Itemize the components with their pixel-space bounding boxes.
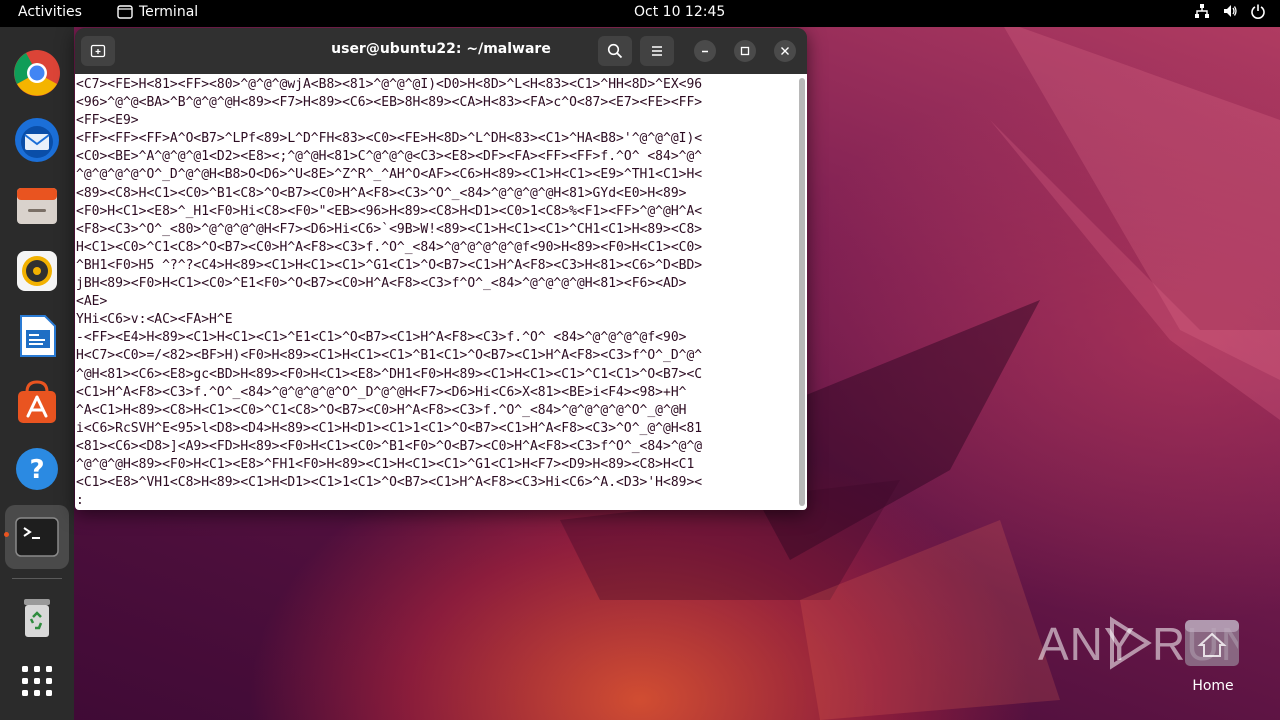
trash-icon — [24, 599, 50, 637]
desktop-home-icon[interactable] — [1183, 618, 1241, 668]
terminal-app-icon — [117, 5, 133, 19]
maximize-button[interactable] — [734, 40, 756, 62]
hamburger-menu-icon — [652, 46, 662, 56]
help-icon: ? — [16, 448, 58, 490]
close-icon — [781, 47, 789, 55]
home-folder-icon — [1185, 620, 1239, 666]
terminal-line: <FF><FF><FF>A^O<B7>^LPf<89>L^D^FH<83><C0… — [76, 131, 703, 147]
terminal-line: <81><C6><D8>]<A9><FD>H<89><F0>H<C1><C0>^… — [76, 438, 703, 454]
terminal-line: ^@^@^@H<89><F0>H<C1><E8>^FH1<F0>H<89><C1… — [76, 456, 695, 472]
dock-rhythmbox[interactable] — [13, 247, 61, 295]
terminal-line: <C1><E8>^VH1<C8>H<89><C1>H<D1><C1>1<C1>^… — [76, 475, 703, 491]
terminal-line: jBH<89><F0>H<C1><C0>^E1<F0>^O<B7><C0>H^A… — [76, 276, 687, 292]
app-grid-icon — [22, 666, 52, 696]
search-button[interactable] — [598, 36, 632, 66]
dock-help[interactable]: ? — [13, 445, 61, 493]
minimize-button[interactable] — [694, 40, 716, 62]
close-button[interactable] — [774, 40, 796, 62]
terminal-titlebar[interactable]: user@ubuntu22: ~/malware — [75, 28, 807, 74]
terminal-line: <C0><BE>^A^@^@^@1<D2><E8><;^@^@H<81>C^@^… — [76, 149, 703, 165]
terminal-line: ^BH1<F0>H5 ^?^?<C4>H<89><C1>H<C1><C1>^G1… — [76, 257, 703, 273]
terminal-line: H<C1><C0>^C1<C8>^O<B7><C0>H^A<F8><C3>f.^… — [76, 239, 703, 255]
terminal-line: <F8><C3>^O^_<80>^@^@^@^@H<F7><D6>Hi<C6>`… — [76, 221, 703, 237]
dock-show-apps[interactable] — [13, 657, 61, 705]
dock-terminal[interactable] — [13, 513, 61, 561]
desktop-home-label[interactable]: Home — [1172, 678, 1254, 694]
terminal-line: ^@H<81><C6><E8>gc<BD>H<89><F0>H<C1><E8>^… — [76, 366, 703, 382]
terminal-line: YHi<C6>v:<AC><FA>H^E — [76, 312, 233, 328]
dock-files[interactable] — [13, 182, 61, 230]
terminal-output[interactable]: <C7><FE>H<81><FF><80>^@^@^@wjA<B8><81>^@… — [75, 74, 807, 510]
terminal-line: <96>^@^@<BA>^B^@^@^@H<89><F7>H<89><C6><E… — [76, 95, 703, 111]
terminal-line: <FF><E9> — [76, 113, 139, 129]
files-icon — [17, 188, 57, 224]
terminal-window[interactable]: user@ubuntu22: ~/malware <C7><FE>H<81><F… — [75, 28, 807, 510]
terminal-line: : — [76, 493, 84, 509]
system-tray[interactable] — [1194, 3, 1266, 19]
top-bar: Activities Terminal Oct 10 12:45 — [0, 0, 1280, 27]
power-icon[interactable] — [1250, 3, 1266, 19]
network-icon[interactable] — [1194, 3, 1210, 19]
software-icon — [18, 380, 56, 423]
terminal-line: <AE> — [76, 294, 108, 310]
terminal-icon — [15, 517, 59, 557]
terminal-line: <C1>H^A<F8><C3>f.^O^_<84>^@^@^@^@^O^_D^@… — [76, 384, 687, 400]
writer-icon — [20, 315, 56, 357]
activities-button[interactable]: Activities — [18, 4, 82, 20]
maximize-icon — [740, 46, 750, 56]
dock-thunderbird[interactable] — [13, 116, 61, 164]
dock-writer[interactable] — [13, 312, 61, 360]
running-indicator — [4, 532, 9, 537]
terminal-line: H<C7><C0>=/<82><BF>H)<F0>H<89><C1>H<C1><… — [76, 348, 703, 364]
terminal-line: ^A<C1>H<89><C8>H<C1><C0>^C1<C8>^O<B7><C0… — [76, 402, 687, 418]
app-menu[interactable]: Terminal — [117, 4, 198, 20]
terminal-line: <C7><FE>H<81><FF><80>^@^@^@wjA<B8><81>^@… — [76, 77, 703, 92]
terminal-line: -<FF><E4>H<89><C1>H<C1><C1>^E1<C1>^O<B7>… — [76, 330, 687, 346]
dock-software[interactable] — [13, 378, 61, 426]
dock-chrome[interactable] — [13, 49, 61, 97]
terminal-scrollbar[interactable] — [799, 78, 805, 506]
menu-button[interactable] — [640, 36, 674, 66]
volume-icon[interactable] — [1222, 3, 1238, 19]
search-icon — [607, 43, 623, 59]
terminal-line: <89><C8>H<C1><C0>^B1<C8>^O<B7><C0>H^A<F8… — [76, 185, 687, 201]
clock[interactable]: Oct 10 12:45 — [634, 4, 725, 20]
minimize-icon — [702, 50, 708, 53]
dock-separator — [12, 578, 62, 579]
svg-text:?: ? — [29, 455, 44, 485]
app-menu-label: Terminal — [139, 4, 199, 20]
dock-trash[interactable] — [13, 593, 61, 641]
chrome-icon — [14, 50, 60, 96]
dock: ? — [0, 27, 74, 720]
rhythmbox-icon — [17, 251, 57, 291]
thunderbird-icon — [15, 118, 59, 162]
terminal-line: ^@^@^@^@^O^_D^@^@H<B8>O<D6>^U<8E>^Z^R^_^… — [76, 167, 703, 183]
terminal-text: <C7><FE>H<81><FF><80>^@^@^@wjA<B8><81>^@… — [76, 76, 798, 510]
terminal-line: <F0>H<C1><E8>^_H1<F0>Hi<C8><F0>"<EB><96>… — [76, 203, 703, 219]
terminal-line: i<C6>RcSVH^E<95>l<D8><D4>H<89><C1>H<D1><… — [76, 420, 703, 436]
